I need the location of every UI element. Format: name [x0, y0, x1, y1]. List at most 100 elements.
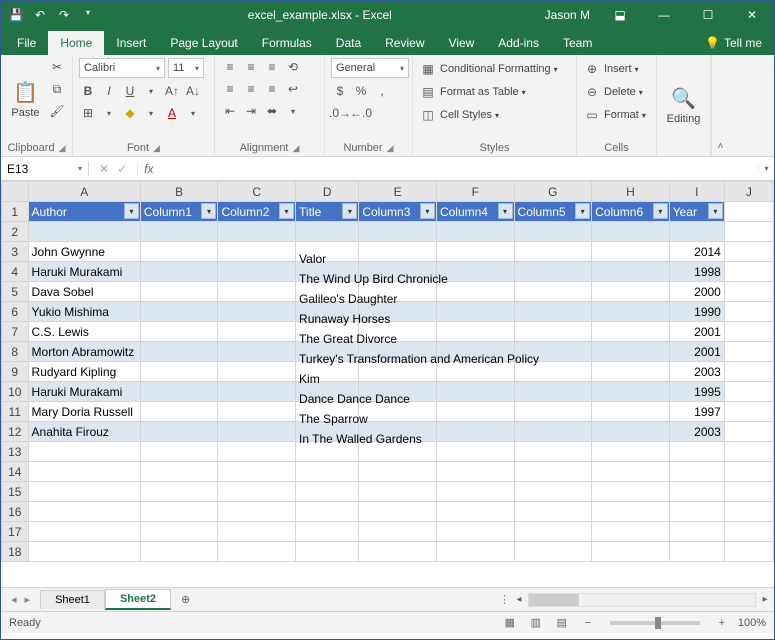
zoom-slider[interactable] — [610, 621, 700, 625]
cell[interactable] — [218, 542, 296, 562]
insert-cells-button[interactable]: ⊕Insert▾ — [583, 60, 646, 78]
add-sheet-button[interactable]: ⊕ — [171, 593, 200, 606]
cell[interactable] — [436, 482, 514, 502]
filter-icon[interactable]: ▾ — [420, 203, 435, 219]
cell[interactable]: Yukio Mishima — [28, 302, 140, 322]
cell[interactable] — [592, 462, 670, 482]
cell[interactable] — [296, 462, 359, 482]
cell[interactable] — [724, 282, 773, 302]
cell[interactable]: Mary Doria Russell — [28, 402, 140, 422]
cell[interactable] — [436, 522, 514, 542]
row-header-17[interactable]: 17 — [2, 522, 29, 542]
cell[interactable] — [514, 422, 592, 442]
cell[interactable] — [436, 242, 514, 262]
cell[interactable] — [28, 502, 140, 522]
cell[interactable] — [218, 242, 296, 262]
zoom-value[interactable]: 100% — [738, 617, 766, 629]
row-header-10[interactable]: 10 — [2, 382, 29, 402]
cell[interactable] — [140, 522, 218, 542]
cell[interactable]: Valor — [296, 242, 359, 262]
cell[interactable] — [724, 502, 773, 522]
cell[interactable]: 1990 — [669, 302, 724, 322]
sheet-tab-sheet2[interactable]: Sheet2 — [105, 589, 171, 610]
cell[interactable] — [218, 262, 296, 282]
fontcolor-dd-icon[interactable]: ▾ — [184, 104, 202, 122]
cell[interactable] — [724, 342, 773, 362]
cell[interactable]: 2001 — [669, 342, 724, 362]
inc-decimal-icon[interactable]: .0→ — [331, 104, 349, 122]
cell[interactable] — [669, 542, 724, 562]
cell[interactable] — [296, 482, 359, 502]
hscroll-track[interactable] — [528, 593, 756, 607]
table-header-column6[interactable]: Column6▾ — [592, 202, 670, 222]
cell[interactable] — [28, 522, 140, 542]
sheet-nav-next-icon[interactable]: ▸ — [25, 593, 31, 606]
zoom-out-icon[interactable]: − — [578, 617, 598, 629]
qat-dropdown-icon[interactable]: ▾ — [79, 8, 97, 22]
cell[interactable] — [514, 522, 592, 542]
cell[interactable] — [436, 382, 514, 402]
tab-data[interactable]: Data — [324, 31, 373, 55]
table-header-year[interactable]: Year▾ — [669, 202, 724, 222]
cell[interactable] — [436, 462, 514, 482]
col-header-C[interactable]: C — [218, 182, 296, 202]
cell[interactable] — [140, 422, 218, 442]
tab-insert[interactable]: Insert — [104, 31, 158, 55]
table-header-column2[interactable]: Column2▾ — [218, 202, 296, 222]
cell[interactable] — [218, 522, 296, 542]
cell[interactable] — [592, 542, 670, 562]
cell[interactable] — [218, 462, 296, 482]
hscroll-thumb[interactable] — [529, 594, 579, 606]
view-pagebreak-icon[interactable]: ▤ — [552, 616, 572, 629]
fx-icon[interactable]: fx — [138, 162, 159, 176]
bold-button[interactable]: B — [79, 82, 97, 100]
align-middle-icon[interactable]: ≡ — [242, 58, 260, 76]
cell[interactable]: 2003 — [669, 422, 724, 442]
delete-cells-button[interactable]: ⊖Delete▾ — [583, 83, 646, 101]
cell[interactable] — [514, 442, 592, 462]
maximize-icon[interactable]: ☐ — [686, 8, 730, 22]
col-header-A[interactable]: A — [28, 182, 140, 202]
save-icon[interactable]: 💾 — [7, 8, 25, 22]
cell[interactable] — [140, 362, 218, 382]
cell[interactable] — [592, 222, 670, 242]
col-header-I[interactable]: I — [669, 182, 724, 202]
cell[interactable] — [218, 322, 296, 342]
col-header-B[interactable]: B — [140, 182, 218, 202]
fill-color-icon[interactable]: ◆ — [121, 104, 139, 122]
row-header-6[interactable]: 6 — [2, 302, 29, 322]
number-format-combo[interactable]: General▾ — [331, 58, 409, 78]
cell[interactable] — [359, 242, 437, 262]
font-size-combo[interactable]: 11▾ — [168, 58, 204, 78]
undo-icon[interactable]: ↶ — [31, 8, 49, 22]
cell[interactable] — [218, 402, 296, 422]
minimize-icon[interactable]: — — [642, 8, 686, 22]
cell[interactable] — [218, 282, 296, 302]
cell[interactable] — [514, 482, 592, 502]
cell[interactable] — [592, 522, 670, 542]
tab-pagelayout[interactable]: Page Layout — [158, 31, 249, 55]
sheet-tab-sheet1[interactable]: Sheet1 — [40, 590, 105, 609]
col-header-H[interactable]: H — [592, 182, 670, 202]
comma-icon[interactable]: , — [373, 82, 391, 100]
cell[interactable] — [514, 462, 592, 482]
cell[interactable]: Haruki Murakami — [28, 262, 140, 282]
align-bottom-icon[interactable]: ≡ — [263, 58, 281, 76]
cell[interactable] — [592, 482, 670, 502]
cell[interactable] — [28, 482, 140, 502]
filter-icon[interactable]: ▾ — [708, 203, 723, 219]
cell[interactable] — [514, 302, 592, 322]
cell[interactable] — [724, 382, 773, 402]
cell[interactable] — [436, 282, 514, 302]
cell[interactable] — [359, 502, 437, 522]
collapse-ribbon-icon[interactable]: ˄ — [718, 141, 724, 152]
cell[interactable] — [592, 502, 670, 522]
cell[interactable] — [296, 502, 359, 522]
cell[interactable]: Dava Sobel — [28, 282, 140, 302]
editing-button[interactable]: 🔍 Editing — [663, 58, 704, 152]
table-header-column3[interactable]: Column3▾ — [359, 202, 437, 222]
cell[interactable] — [140, 302, 218, 322]
cell[interactable] — [669, 462, 724, 482]
tab-file[interactable]: File — [5, 31, 48, 55]
cell[interactable] — [514, 262, 592, 282]
